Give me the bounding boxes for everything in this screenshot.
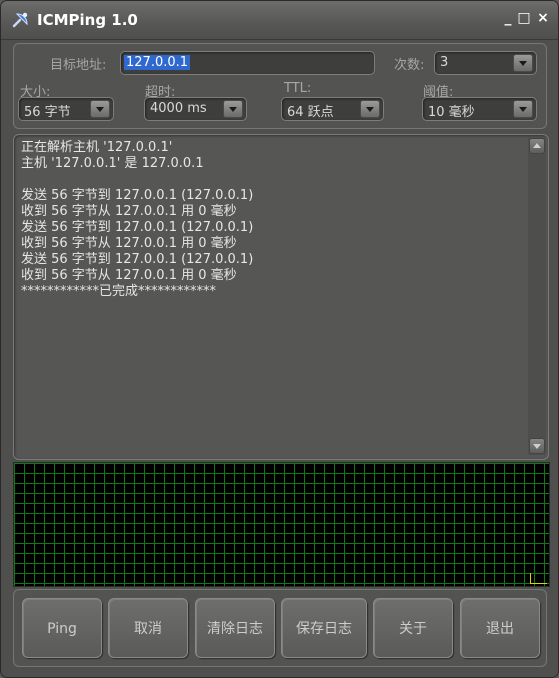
timeout-combo[interactable]: 4000 ms: [144, 97, 247, 121]
log-line: 主机 '127.0.0.1' 是 127.0.0.1: [21, 156, 204, 171]
ping-button[interactable]: Ping: [22, 598, 102, 658]
ttl-value: 64 跃点: [287, 105, 334, 120]
chevron-down-icon[interactable]: [360, 100, 380, 118]
app-window: ICMPing 1.0 _ □ × 目标地址: 127.0.0.1 次数: 3 …: [0, 0, 559, 678]
target-address-value: 127.0.0.1: [124, 55, 191, 70]
target-address-label: 目标地址:: [50, 58, 107, 73]
log-lines: 正在解析主机 '127.0.0.1' 主机 '127.0.0.1' 是 127.…: [21, 140, 253, 300]
satellite-dish-icon: [12, 12, 28, 28]
settings-panel: 目标地址: 127.0.0.1 次数: 3 大小: 56 字节 超时: 4000…: [13, 43, 547, 129]
window-title: ICMPing 1.0: [37, 11, 138, 29]
log-line: 正在解析主机 '127.0.0.1': [21, 140, 173, 155]
threshold-value: 10 毫秒: [428, 105, 475, 120]
count-combo[interactable]: 3: [434, 51, 537, 75]
graph-marker: [530, 573, 547, 584]
ttl-label: TTL:: [284, 81, 312, 96]
close-icon[interactable]: ×: [536, 11, 550, 25]
threshold-combo[interactable]: 10 毫秒: [422, 97, 537, 121]
button-panel: Ping 取消 清除日志 保存日志 关于 退出: [13, 589, 547, 667]
log-scrollbar[interactable]: [528, 137, 546, 455]
maximize-icon[interactable]: □: [517, 11, 531, 25]
minimize-icon[interactable]: _: [501, 11, 515, 25]
log-line: 发送 56 字节到 127.0.0.1 (127.0.0.1): [21, 188, 254, 203]
target-address-input[interactable]: 127.0.0.1: [120, 51, 375, 75]
log-line: 收到 56 字节从 127.0.0.1 用 0 毫秒: [21, 204, 237, 219]
chevron-down-icon[interactable]: [223, 100, 243, 118]
log-output[interactable]: 正在解析主机 '127.0.0.1' 主机 '127.0.0.1' 是 127.…: [13, 134, 549, 460]
ping-graph: [13, 462, 550, 587]
log-line: 发送 56 字节到 127.0.0.1 (127.0.0.1): [21, 252, 254, 267]
count-value: 3: [440, 55, 449, 70]
title-bar[interactable]: ICMPing 1.0 _ □ ×: [1, 1, 558, 40]
scroll-down-icon[interactable]: [529, 438, 545, 454]
log-line: 收到 56 字节从 127.0.0.1 用 0 毫秒: [21, 236, 237, 251]
size-value: 56 字节: [24, 105, 71, 120]
size-combo[interactable]: 56 字节: [18, 97, 114, 121]
cancel-button[interactable]: 取消: [108, 598, 188, 658]
clear-log-button[interactable]: 清除日志: [195, 598, 275, 658]
save-log-button[interactable]: 保存日志: [281, 598, 367, 658]
log-line: 发送 56 字节到 127.0.0.1 (127.0.0.1): [21, 220, 254, 235]
scroll-up-icon[interactable]: [529, 138, 545, 154]
ttl-combo[interactable]: 64 跃点: [281, 97, 384, 121]
chevron-down-icon[interactable]: [513, 54, 533, 72]
log-line: 收到 56 字节从 127.0.0.1 用 0 毫秒: [21, 268, 237, 283]
about-button[interactable]: 关于: [373, 598, 453, 658]
timeout-value: 4000 ms: [150, 101, 207, 116]
chevron-down-icon[interactable]: [90, 100, 110, 118]
exit-button[interactable]: 退出: [460, 598, 540, 658]
log-line: ************已完成************: [21, 284, 217, 299]
count-label: 次数:: [394, 58, 425, 73]
chevron-down-icon[interactable]: [513, 100, 533, 118]
